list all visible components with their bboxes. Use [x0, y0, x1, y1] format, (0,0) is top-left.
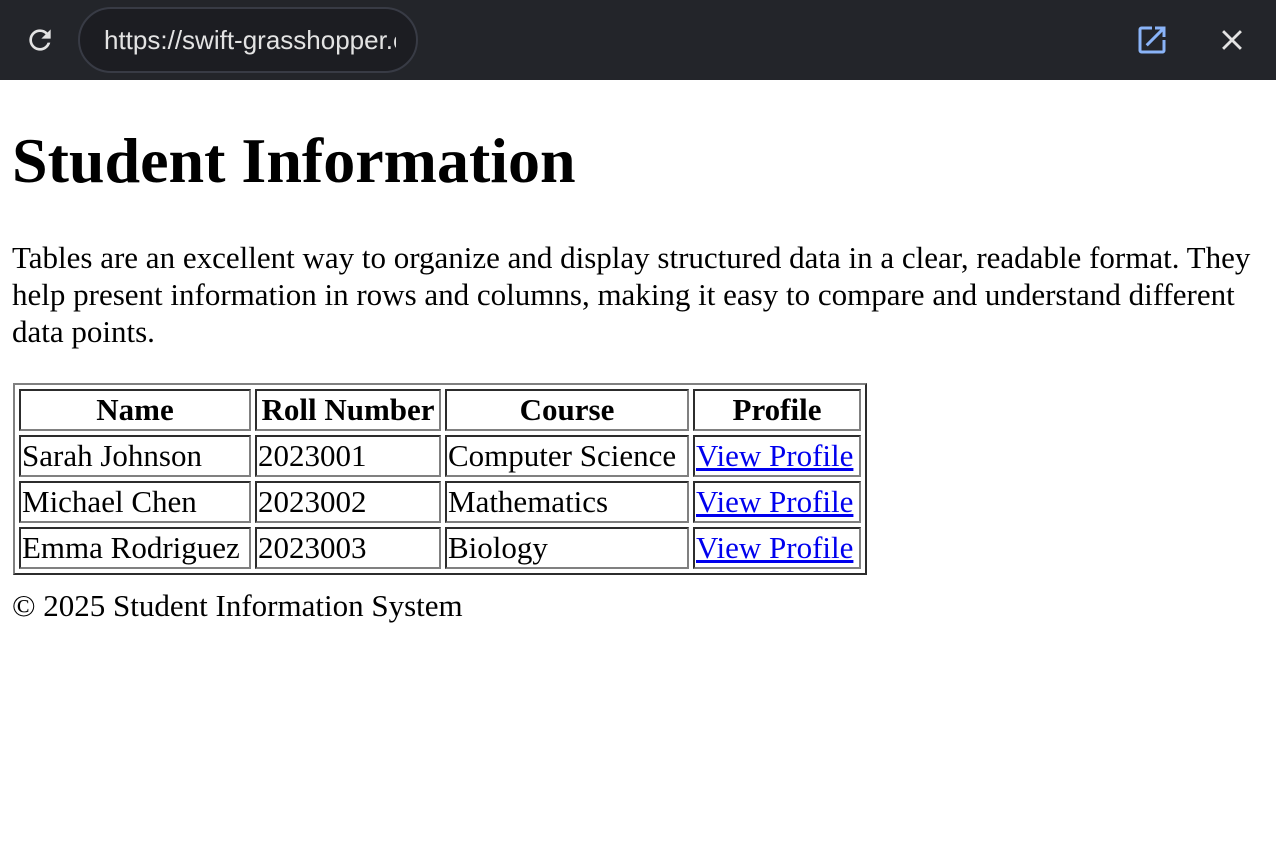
cell-roll-number: 2023001 [255, 435, 441, 477]
open-external-icon [1138, 26, 1166, 54]
open-external-button[interactable] [1132, 20, 1172, 60]
cell-profile: View Profile [693, 435, 861, 477]
reload-button[interactable] [22, 22, 58, 58]
cell-profile: View Profile [693, 481, 861, 523]
cell-course: Biology [445, 527, 689, 569]
view-profile-link[interactable]: View Profile [696, 530, 853, 565]
reload-icon [29, 29, 51, 51]
header-roll-number: Roll Number [255, 389, 441, 431]
table-header-row: Name Roll Number Course Profile [19, 389, 861, 431]
student-table: Name Roll Number Course Profile Sarah Jo… [13, 383, 867, 575]
address-bar[interactable]: https://swift-grasshopper.example.com [78, 7, 418, 73]
intro-paragraph: Tables are an excellent way to organize … [12, 240, 1251, 349]
table-row: Emma Rodriguez 2023003 Biology View Prof… [19, 527, 861, 569]
table-row: Michael Chen 2023002 Mathematics View Pr… [19, 481, 861, 523]
cell-course: Mathematics [445, 481, 689, 523]
close-icon [1222, 30, 1242, 50]
cell-name: Sarah Johnson [19, 435, 251, 477]
close-button[interactable] [1212, 20, 1252, 60]
cell-profile: View Profile [693, 527, 861, 569]
page-content: Student Information Tables are an excell… [0, 80, 1276, 844]
page-title: Student Information [12, 125, 576, 196]
browser-toolbar: https://swift-grasshopper.example.com [0, 0, 1276, 80]
cell-roll-number: 2023002 [255, 481, 441, 523]
header-profile: Profile [693, 389, 861, 431]
page-footer: © 2025 Student Information System [12, 588, 463, 623]
address-bar-url: https://swift-grasshopper.example.com [104, 25, 396, 55]
table-row: Sarah Johnson 2023001 Computer Science V… [19, 435, 861, 477]
view-profile-link[interactable]: View Profile [696, 484, 853, 519]
header-name: Name [19, 389, 251, 431]
cell-course: Computer Science [445, 435, 689, 477]
cell-roll-number: 2023003 [255, 527, 441, 569]
cell-name: Emma Rodriguez [19, 527, 251, 569]
cell-name: Michael Chen [19, 481, 251, 523]
view-profile-link[interactable]: View Profile [696, 438, 853, 473]
header-course: Course [445, 389, 689, 431]
